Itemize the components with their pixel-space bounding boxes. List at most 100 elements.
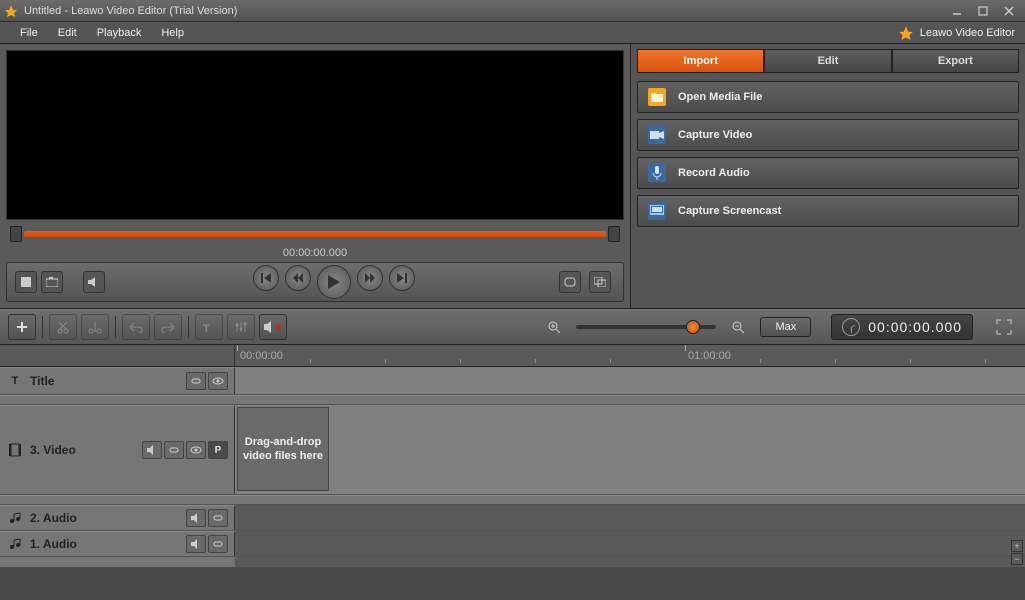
folder-icon bbox=[648, 88, 666, 106]
track-title-visibility-button[interactable] bbox=[208, 372, 228, 390]
close-button[interactable] bbox=[997, 3, 1021, 19]
remove-track-button[interactable]: − bbox=[1011, 553, 1023, 565]
timeline-ruler[interactable]: 00:00:00 01:00:00 bbox=[0, 345, 1025, 367]
track-audio-2-body[interactable] bbox=[235, 505, 1025, 530]
mode-tabs: Import Edit Export bbox=[637, 49, 1019, 73]
side-pane: Import Edit Export Open Media File Captu… bbox=[630, 44, 1025, 308]
minimize-button[interactable] bbox=[945, 3, 969, 19]
track-video-label: 3. Video bbox=[30, 443, 136, 457]
track-video-link-button[interactable] bbox=[164, 441, 184, 459]
track-audio-2-mute-button[interactable] bbox=[186, 509, 206, 527]
action-capture-screencast[interactable]: Capture Screencast bbox=[637, 195, 1019, 227]
play-button[interactable] bbox=[317, 265, 351, 299]
effects-button[interactable] bbox=[227, 314, 255, 340]
title-track-icon: T bbox=[6, 372, 24, 390]
prev-frame-button[interactable] bbox=[285, 265, 311, 291]
zoom-max-button[interactable]: Max bbox=[760, 317, 811, 337]
add-track-button[interactable]: + bbox=[1011, 540, 1023, 552]
window-title: Untitled - Leawo Video Editor (Trial Ver… bbox=[24, 5, 237, 17]
action-open-media-label: Open Media File bbox=[678, 91, 762, 103]
scrub-row bbox=[6, 224, 624, 244]
timeline: 00:00:00 01:00:00 T Title 3. Video P bbox=[0, 345, 1025, 567]
audio-track-icon bbox=[6, 509, 24, 527]
track-video-p-button[interactable]: P bbox=[208, 441, 228, 459]
track-video-mute-button[interactable] bbox=[142, 441, 162, 459]
track-title-link-button[interactable] bbox=[186, 372, 206, 390]
track-audio-1-link-button[interactable] bbox=[208, 535, 228, 553]
go-start-button[interactable] bbox=[253, 265, 279, 291]
scrub-track[interactable] bbox=[24, 231, 606, 237]
track-audio-2: 2. Audio bbox=[0, 505, 1025, 531]
zoom-out-icon[interactable] bbox=[724, 314, 752, 340]
preview-timecode: 00:00:00.000 bbox=[6, 244, 624, 262]
track-video-body[interactable]: Drag-and-drop video files here bbox=[235, 405, 1025, 494]
menu-file[interactable]: File bbox=[10, 27, 48, 39]
timeline-toolbar: T Max 00:00:00.000 bbox=[0, 309, 1025, 345]
import-actions: Open Media File Capture Video Record Aud… bbox=[637, 81, 1019, 227]
timeline-clock: 00:00:00.000 bbox=[831, 314, 973, 340]
record-voiceover-button[interactable] bbox=[259, 314, 287, 340]
brand-label: Leawo Video Editor bbox=[898, 25, 1015, 41]
action-capture-video[interactable]: Capture Video bbox=[637, 119, 1019, 151]
scrub-handle-right[interactable] bbox=[608, 226, 620, 242]
menu-help[interactable]: Help bbox=[151, 27, 194, 39]
brand-icon bbox=[898, 25, 914, 41]
menu-edit[interactable]: Edit bbox=[48, 27, 87, 39]
zoom-slider-knob[interactable] bbox=[686, 320, 700, 334]
ruler-mark-0: 00:00:00 bbox=[240, 350, 283, 362]
preview-controls bbox=[6, 262, 624, 302]
track-title-body[interactable] bbox=[235, 367, 1025, 394]
video-track-icon bbox=[6, 441, 24, 459]
camera-icon bbox=[648, 126, 666, 144]
action-record-audio[interactable]: Record Audio bbox=[637, 157, 1019, 189]
track-title-header: T Title bbox=[0, 367, 235, 394]
preview-video[interactable] bbox=[6, 50, 624, 220]
track-audio-1: 1. Audio bbox=[0, 531, 1025, 557]
clock-icon bbox=[842, 318, 860, 336]
microphone-icon bbox=[648, 164, 666, 182]
action-capture-screencast-label: Capture Screencast bbox=[678, 205, 781, 217]
snapshot-button[interactable] bbox=[41, 271, 63, 293]
title-bar: Untitled - Leawo Video Editor (Trial Ver… bbox=[0, 0, 1025, 22]
action-open-media[interactable]: Open Media File bbox=[637, 81, 1019, 113]
loop-button[interactable] bbox=[559, 271, 581, 293]
brand-text: Leawo Video Editor bbox=[920, 27, 1015, 39]
stop-button[interactable] bbox=[15, 271, 37, 293]
track-audio-1-header: 1. Audio bbox=[0, 531, 235, 556]
go-end-button[interactable] bbox=[389, 265, 415, 291]
maximize-button[interactable] bbox=[971, 3, 995, 19]
track-title-label: Title bbox=[30, 374, 180, 388]
menu-playback[interactable]: Playback bbox=[87, 27, 152, 39]
tab-import[interactable]: Import bbox=[637, 49, 764, 73]
video-drop-zone[interactable]: Drag-and-drop video files here bbox=[237, 407, 329, 491]
scrub-handle-left[interactable] bbox=[10, 226, 22, 242]
volume-button[interactable] bbox=[83, 271, 105, 293]
tab-export[interactable]: Export bbox=[892, 49, 1019, 73]
track-add-remove: + − bbox=[1011, 540, 1023, 565]
ruler-mark-1: 01:00:00 bbox=[688, 350, 731, 362]
track-audio-2-link-button[interactable] bbox=[208, 509, 228, 527]
track-audio-1-label: 1. Audio bbox=[30, 537, 180, 551]
detach-button[interactable] bbox=[589, 271, 611, 293]
audio-track-icon bbox=[6, 535, 24, 553]
tab-edit[interactable]: Edit bbox=[764, 49, 891, 73]
text-button[interactable]: T bbox=[195, 314, 223, 340]
timeline-scrollbar[interactable] bbox=[0, 557, 1025, 567]
cut-button[interactable] bbox=[49, 314, 77, 340]
track-audio-1-mute-button[interactable] bbox=[186, 535, 206, 553]
zoom-slider[interactable] bbox=[576, 325, 716, 329]
track-video-visibility-button[interactable] bbox=[186, 441, 206, 459]
zoom-in-icon[interactable] bbox=[540, 314, 568, 340]
expand-button[interactable] bbox=[991, 314, 1017, 340]
next-frame-button[interactable] bbox=[357, 265, 383, 291]
split-button[interactable] bbox=[81, 314, 109, 340]
monitor-icon bbox=[648, 202, 666, 220]
track-audio-2-header: 2. Audio bbox=[0, 505, 235, 530]
redo-button[interactable] bbox=[154, 314, 182, 340]
undo-button[interactable] bbox=[122, 314, 150, 340]
timeline-clock-value: 00:00:00.000 bbox=[868, 319, 962, 335]
action-record-audio-label: Record Audio bbox=[678, 167, 750, 179]
add-button[interactable] bbox=[8, 314, 36, 340]
track-audio-1-body[interactable] bbox=[235, 531, 1025, 556]
menu-bar: File Edit Playback Help Leawo Video Edit… bbox=[0, 22, 1025, 44]
